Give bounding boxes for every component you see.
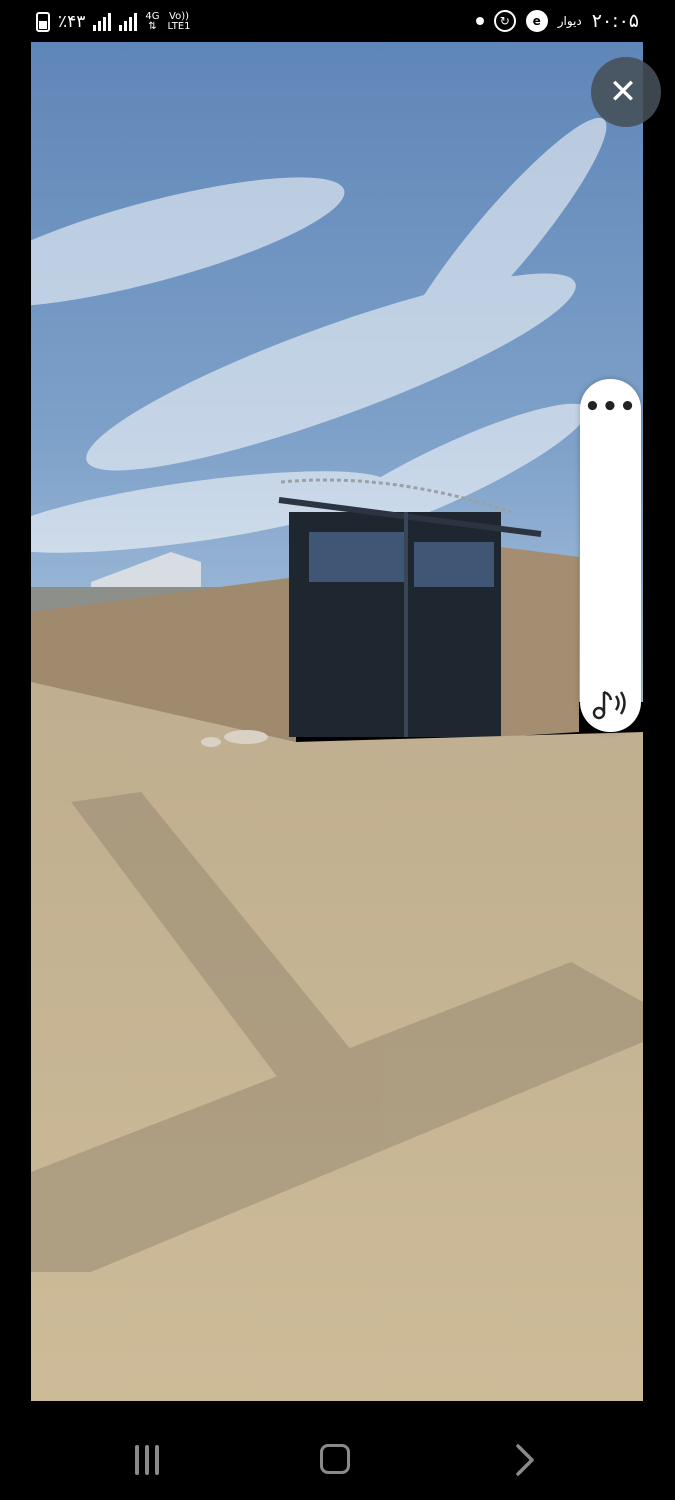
signal-icon — [119, 13, 138, 31]
signal-icon — [93, 13, 112, 31]
browser-app-icon: e — [525, 10, 548, 32]
home-icon[interactable] — [320, 1444, 350, 1474]
notification-dot-icon — [475, 17, 484, 25]
navigation-bar — [0, 1420, 675, 1500]
floating-side-toolbar[interactable]: ••• — [580, 379, 641, 732]
battery-icon — [36, 12, 50, 32]
more-horizontal-icon[interactable]: ••• — [580, 394, 641, 420]
sound-icon[interactable] — [592, 686, 630, 720]
clock: ۲۰:۰۵ — [591, 10, 639, 32]
data-arrows-icon: ⇅ — [148, 21, 157, 32]
photo-scene — [31, 42, 643, 1401]
photo-viewer-image[interactable] — [31, 42, 643, 1401]
close-button[interactable]: ✕ — [591, 57, 661, 127]
battery-percentage: ٪۴۳ — [58, 12, 86, 32]
network-indicator: 4G ⇅ — [145, 11, 160, 32]
divar-app-label: دیوار — [557, 14, 582, 28]
wall-right — [501, 547, 579, 737]
volte-indicator: Vo)) LTE1 — [167, 11, 191, 32]
close-icon: ✕ — [608, 72, 638, 112]
recents-icon[interactable] — [132, 1445, 162, 1475]
sync-app-icon: ↻ — [493, 10, 516, 32]
status-left: ٪۴۳ 4G ⇅ Vo)) LTE1 — [36, 12, 191, 32]
status-right: ↻ e دیوار ۲۰:۰۵ — [475, 10, 639, 32]
status-bar: ٪۴۳ 4G ⇅ Vo)) LTE1 ↻ e دیوار ۲۰:۰۵ — [0, 0, 675, 46]
back-icon[interactable] — [510, 1442, 540, 1478]
